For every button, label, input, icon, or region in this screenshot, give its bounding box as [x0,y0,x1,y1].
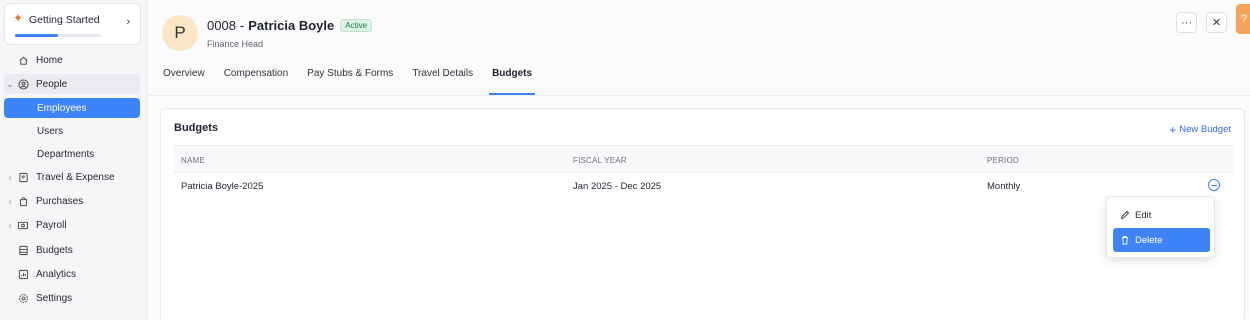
new-budget-button[interactable]: + New Budget [1169,122,1231,137]
tab-pay-stubs-forms[interactable]: Pay Stubs & Forms [307,68,393,96]
sidebar-item-payroll[interactable]: › Payroll [4,215,140,235]
sidebar-item-users[interactable]: Users [4,121,140,141]
column-header-period: PERIOD [987,156,1019,165]
sidebar-item-departments[interactable]: Departments [4,144,140,164]
cell-fiscal-year: Jan 2025 - Dec 2025 [573,181,662,192]
sidebar-item-label: Employees [37,102,87,114]
chevron-right-icon: › [8,220,12,230]
sidebar-item-label: Travel & Expense [36,171,115,183]
row-actions-icon[interactable] [1208,179,1220,191]
tab-budgets[interactable]: Budgets [489,68,536,96]
sidebar-item-people[interactable]: ⌄ People [4,74,140,94]
chevron-right-icon: › [8,196,12,206]
title-separator: - [239,18,245,33]
sidebar-item-label: Payroll [36,219,67,231]
sidebar-item-settings[interactable]: Settings [4,288,140,308]
tab-overview[interactable]: Overview [163,68,205,96]
sidebar-item-employees[interactable]: Employees [4,98,140,118]
column-header-name: NAME [181,156,205,165]
sidebar-item-label: Budgets [36,244,73,256]
close-button[interactable]: ✕ [1206,12,1227,33]
sidebar-item-purchases[interactable]: › Purchases [4,191,140,211]
budgets-card: Budgets + New Budget NAME FISCAL YEAR PE… [160,108,1245,320]
cell-name: Patricia Boyle-2025 [181,181,264,192]
help-button[interactable]: ? [1236,4,1250,34]
sidebar-item-label: People [36,78,68,90]
getting-started-card[interactable]: ✦ Getting Started › [4,3,141,45]
getting-started-label: Getting Started [29,14,100,26]
avatar: P [162,15,198,51]
menu-item-label: Delete [1135,234,1163,246]
chevron-right-icon: › [8,172,12,182]
sidebar-item-label: Purchases [36,195,84,207]
travel-expense-icon [16,170,30,184]
employee-number: 0008 [207,18,236,33]
cell-period: Monthly [987,181,1021,192]
sidebar-item-analytics[interactable]: Analytics [4,264,140,284]
sidebar-item-home[interactable]: Home [4,50,140,70]
chevron-right-icon[interactable]: › [126,16,130,28]
settings-icon [16,291,30,305]
sidebar-item-travel-expense[interactable]: › Travel & Expense [4,167,140,187]
getting-started-progress [15,34,101,37]
column-header-fiscal-year: FISCAL YEAR [573,156,627,165]
table-header: NAME FISCAL YEAR PERIOD [173,145,1234,173]
pencil-icon [1120,210,1130,220]
tab-bar: Overview Compensation Pay Stubs & Forms … [163,68,551,96]
sidebar-item-label: Departments [37,148,95,160]
help-icon: ? [1240,13,1248,25]
status-badge: Active [340,19,373,32]
plus-icon: + [1169,122,1177,137]
sparkle-icon: ✦ [13,11,24,25]
sidebar-item-label: Home [36,54,63,66]
menu-item-delete[interactable]: Delete [1113,228,1210,252]
card-title: Budgets [174,122,218,134]
page-title: 0008 - Patricia Boyle Active [207,18,373,33]
more-options-button[interactable]: ··· [1176,12,1197,33]
employee-header: P 0008 - Patricia Boyle Active Finance H… [148,0,1250,96]
home-icon [16,53,30,67]
purchases-icon [16,194,30,208]
budgets-icon [16,243,30,257]
trash-icon [1120,235,1130,245]
getting-started-progress-fill [15,34,58,37]
payroll-icon [16,218,30,232]
sidebar-item-label: Analytics [36,268,77,280]
employee-designation: Finance Head [207,39,264,49]
chevron-down-icon: ⌄ [6,79,14,89]
menu-item-edit[interactable]: Edit [1113,203,1210,227]
sidebar-item-label: Settings [36,292,73,304]
new-budget-label: New Budget [1179,124,1231,135]
row-actions-menu: Edit Delete [1106,196,1215,258]
employee-name: Patricia Boyle [248,18,335,33]
tab-compensation[interactable]: Compensation [224,68,288,96]
sidebar-item-label: Users [37,125,64,137]
sidebar-item-budgets[interactable]: Budgets [4,240,140,260]
more-horizontal-icon: ··· [1181,16,1192,29]
table-row[interactable]: Patricia Boyle-2025 Jan 2025 - Dec 2025 … [173,173,1234,199]
menu-item-label: Edit [1135,209,1152,221]
close-icon: ✕ [1211,17,1222,29]
main-content: P 0008 - Patricia Boyle Active Finance H… [148,0,1250,320]
analytics-icon [16,267,30,281]
people-icon [16,77,30,91]
sidebar: ✦ Getting Started › Home ⌄ People Employ… [0,0,148,320]
tab-travel-details[interactable]: Travel Details [412,68,473,96]
